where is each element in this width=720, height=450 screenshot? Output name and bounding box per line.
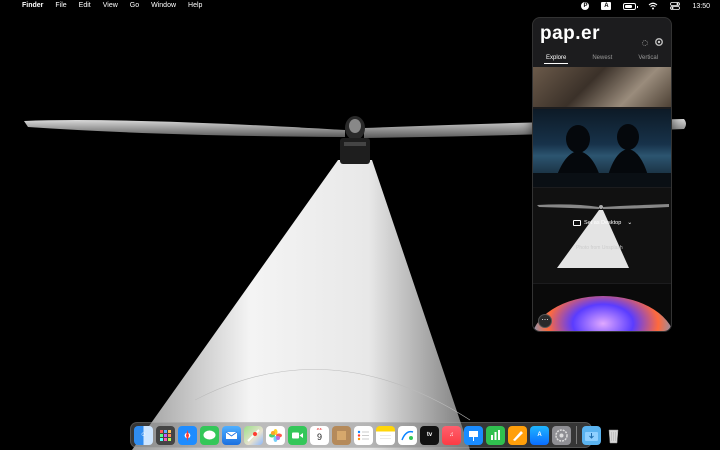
control-center-icon[interactable] — [670, 2, 681, 11]
wallpaper-thumbnail-selected[interactable] — [533, 188, 671, 283]
wallpaper-thumbnail[interactable] — [533, 67, 671, 107]
tab-newest[interactable]: Newest — [590, 53, 614, 63]
calendar-day: 9 — [316, 431, 322, 442]
dock-notes-icon[interactable] — [376, 425, 395, 445]
menu-go[interactable]: Go — [124, 0, 145, 12]
tab-bar: Explore Newest Vertical — [533, 52, 671, 64]
dock-separator — [576, 426, 577, 444]
dock-system-settings-icon[interactable] — [552, 425, 571, 445]
dock-finder-icon[interactable]: ☺ — [134, 425, 153, 445]
dock-photos-icon[interactable] — [266, 425, 285, 445]
menu-edit[interactable]: Edit — [73, 0, 97, 12]
dock-keynote-icon[interactable] — [464, 425, 483, 445]
photo-credit[interactable]: Photo from Unsplash — [576, 245, 623, 251]
dock-pages-icon[interactable] — [508, 425, 527, 445]
dock-tv-icon[interactable]: tv — [420, 425, 439, 445]
menu-file[interactable]: File — [49, 0, 72, 12]
clock[interactable]: 13:50 — [692, 3, 710, 10]
dock-numbers-icon[interactable] — [486, 425, 505, 445]
more-options-icon[interactable]: ⋯ — [538, 314, 552, 328]
dock-launchpad-icon[interactable] — [156, 425, 175, 445]
dock-facetime-icon[interactable] — [288, 425, 307, 445]
tab-vertical[interactable]: Vertical — [636, 53, 660, 63]
monitor-icon — [573, 219, 581, 226]
dock-music-icon[interactable]: ♫ — [442, 425, 461, 445]
input-source-indicator[interactable]: A — [601, 2, 612, 10]
set-as-desktop-button[interactable]: Set as Desktop ⌄ — [573, 219, 632, 226]
battery-icon[interactable] — [623, 2, 639, 11]
tab-explore[interactable]: Explore — [543, 53, 569, 64]
menu-help[interactable]: Help — [182, 0, 208, 12]
dock-app-store-icon[interactable]: A — [530, 425, 549, 445]
menu-view[interactable]: View — [97, 0, 124, 12]
wifi-icon[interactable] — [648, 2, 658, 11]
dock-maps-icon[interactable] — [244, 425, 263, 445]
paper-status-icon[interactable]: P — [581, 2, 590, 10]
dock-calendar-icon[interactable]: JUL 9 — [310, 425, 329, 445]
dock-stickies-icon[interactable] — [332, 425, 351, 445]
dock-mail-icon[interactable] — [222, 425, 241, 445]
loading-icon — [640, 38, 648, 46]
dock-downloads-folder-icon[interactable] — [582, 425, 601, 445]
menu-window[interactable]: Window — [145, 0, 182, 12]
app-logo: pap.er — [540, 23, 601, 44]
dock: ☺ JUL 9 tv ♫ A — [130, 422, 619, 448]
wallpaper-feed[interactable]: Set as Desktop ⌄ Photo from Unsplash ⋯ — [533, 67, 671, 331]
app-menu-finder[interactable]: Finder — [16, 0, 49, 12]
chevron-down-icon[interactable]: ⌄ — [627, 219, 632, 226]
wallpaper-thumbnail[interactable] — [533, 284, 671, 331]
dock-freeform-icon[interactable] — [398, 425, 417, 445]
dock-reminders-icon[interactable] — [354, 425, 373, 445]
settings-icon[interactable] — [655, 38, 663, 46]
dock-safari-icon[interactable] — [178, 425, 197, 445]
menu-bar: Finder File Edit View Go Window Help P A… — [0, 0, 720, 12]
paper-popover: pap.er Explore Newest Vertical Set as De… — [532, 17, 672, 332]
dock-trash-icon[interactable] — [604, 426, 623, 445]
wallpaper-thumbnail[interactable] — [533, 109, 671, 187]
dock-messages-icon[interactable] — [200, 425, 219, 445]
set-as-desktop-label: Set as Desktop — [584, 219, 622, 226]
